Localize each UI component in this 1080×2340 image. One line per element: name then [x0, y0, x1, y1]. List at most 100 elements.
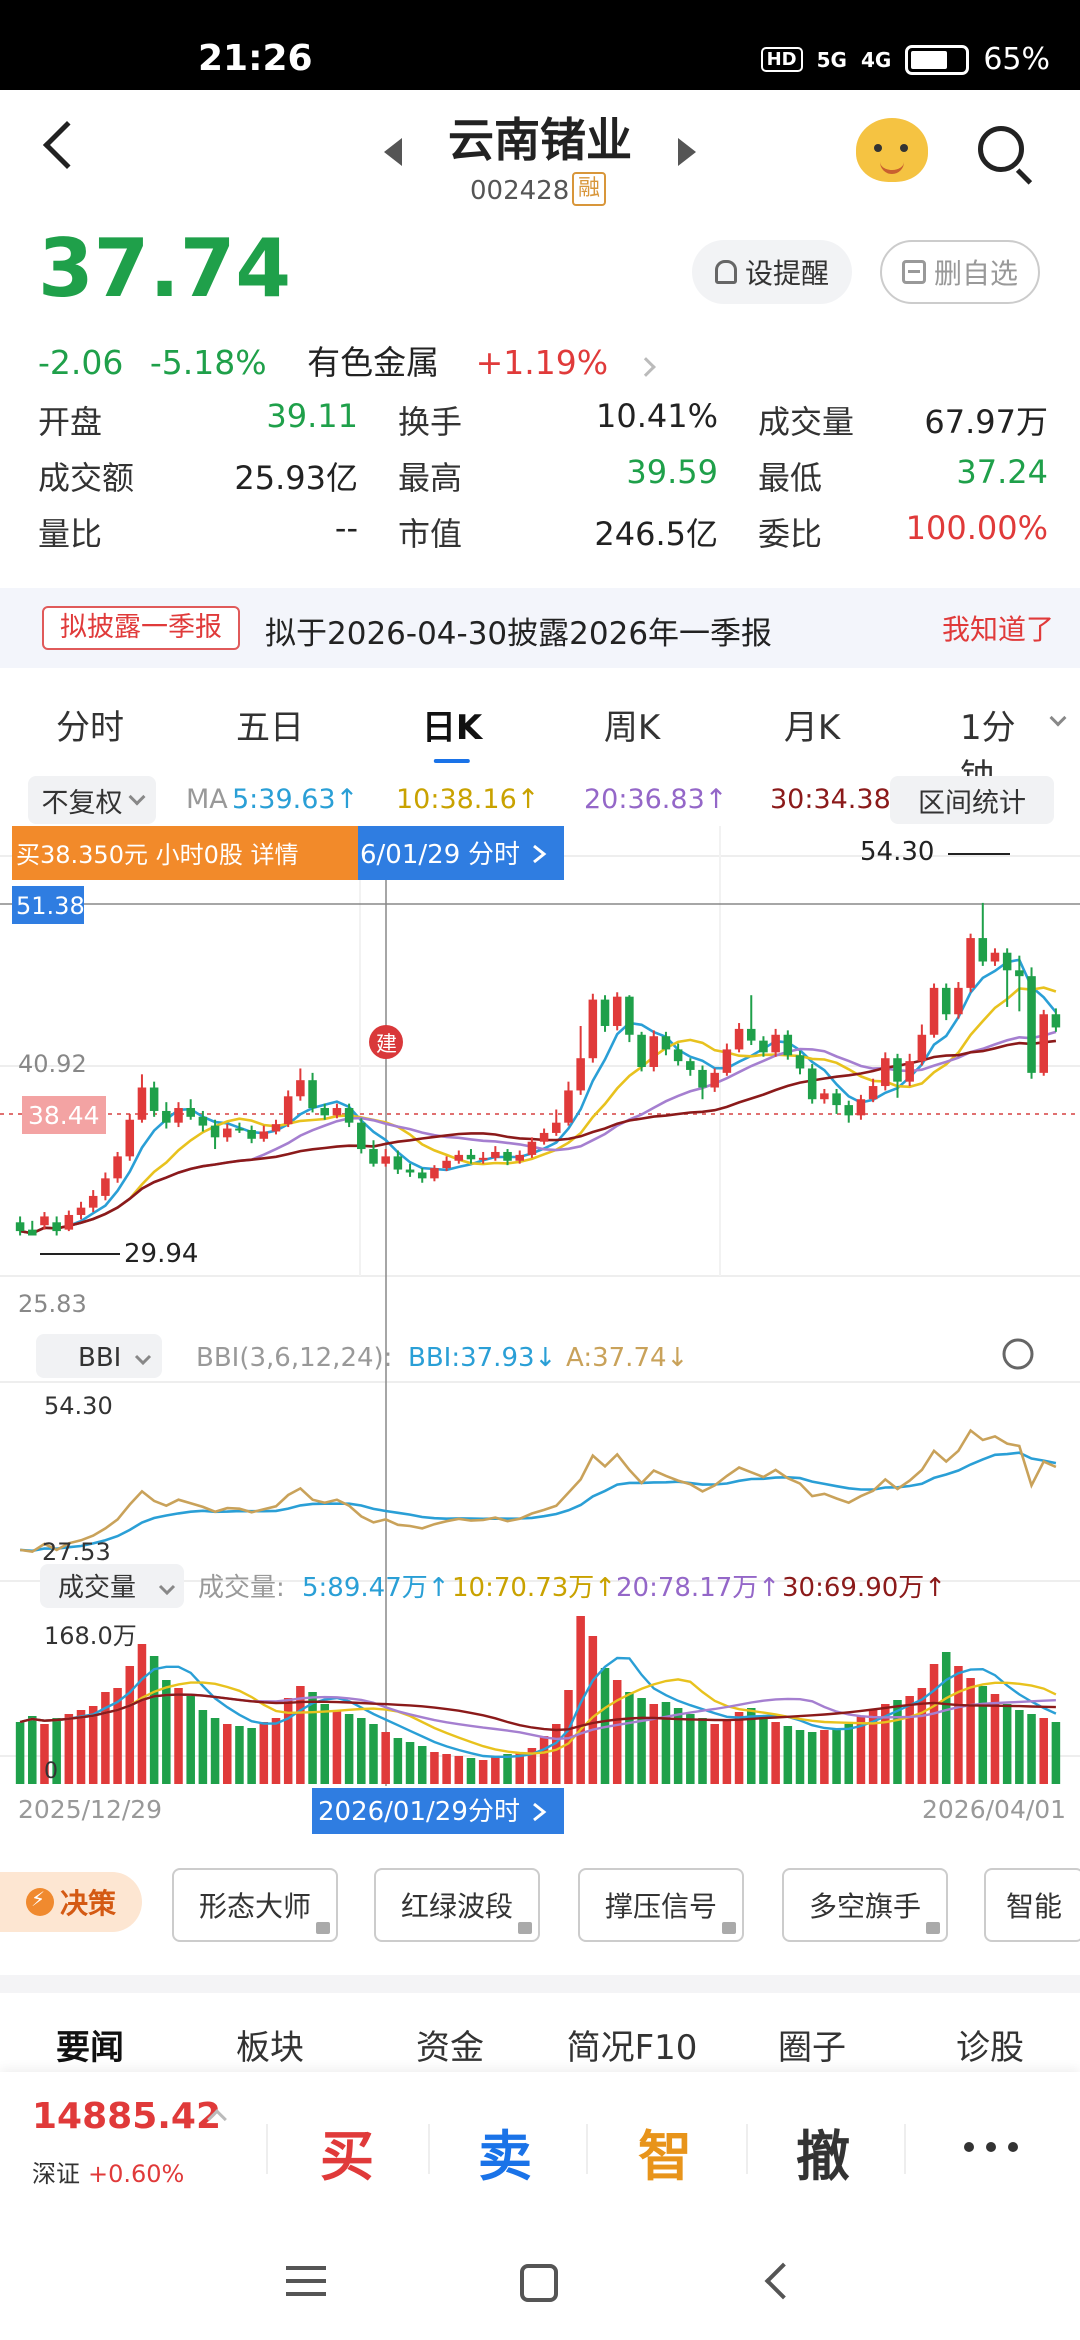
volume-bar — [64, 1714, 74, 1784]
tab-period[interactable]: 五日 — [236, 700, 304, 749]
range-stat-button[interactable]: 区间统计 — [890, 776, 1054, 824]
volume-bar — [259, 1722, 269, 1784]
settings-icon[interactable] — [1002, 1338, 1034, 1370]
candle — [893, 1058, 902, 1082]
news-tabs: 要闻 板块 资金 简况F10 圈子 诊股 — [0, 2010, 1080, 2080]
stats-row: 成交额 25.93亿 最高 39.59 最低 37.24 — [38, 448, 1048, 504]
volume-bar — [478, 1760, 488, 1784]
buy-tooltip-text[interactable]: 买38.350元 小时0股 详情 — [16, 841, 299, 869]
volume-bar — [149, 1656, 159, 1784]
buy-button[interactable]: 买 — [320, 2112, 374, 2191]
tab-news[interactable]: 板块 — [236, 2020, 304, 2069]
jian-badge[interactable]: 建 — [376, 1032, 397, 1056]
status-bar: 21:26 HD 5G 4G 65% — [0, 0, 1080, 90]
bbi-value: BBI:37.93↓ — [408, 1343, 556, 1373]
stat-label: 量比 — [38, 515, 103, 553]
divider — [586, 2124, 588, 2174]
indicator-button[interactable]: 多空旗手 — [782, 1868, 948, 1942]
indicator-button-label: 智能 — [1005, 1890, 1062, 1923]
volume-bar — [369, 1724, 378, 1784]
indicator-button[interactable]: 红绿波段 — [374, 1868, 540, 1942]
candle — [600, 999, 610, 1026]
volume-label: 成交量: — [198, 1573, 285, 1603]
candle — [515, 1154, 524, 1161]
candle — [113, 1156, 122, 1179]
candle — [917, 1034, 927, 1062]
stat-value: 246.5亿 — [594, 515, 718, 553]
tab-period[interactable]: 月K — [784, 700, 840, 749]
notice-text: 拟于2026-04-30披露2026年一季报 — [265, 616, 773, 652]
menu-icon[interactable] — [286, 2266, 326, 2270]
remove-watchlist-button[interactable]: 删自选 — [880, 240, 1040, 304]
set-alert-button[interactable]: 设提醒 — [692, 240, 852, 304]
indicator-button[interactable]: 形态大师 — [172, 1868, 338, 1942]
fenshi-link[interactable]: 分时 — [468, 840, 520, 870]
last-price-tag: 38.44 — [28, 1101, 100, 1130]
stat-value: 10.41% — [595, 397, 718, 435]
cancel-order-button[interactable]: 撤 — [796, 2112, 850, 2191]
volume-bar — [820, 1730, 829, 1784]
stat-value: 25.93亿 — [234, 459, 358, 497]
indicator-button[interactable]: 撑压信号 — [578, 1868, 744, 1942]
volume-bar — [990, 1694, 1000, 1784]
candle — [734, 1028, 744, 1050]
volume-bar — [393, 1738, 403, 1784]
mascot-icon[interactable] — [856, 118, 928, 182]
tab-news[interactable]: 要闻 — [56, 2020, 124, 2069]
tab-period[interactable]: 分时 — [56, 700, 124, 749]
stat-cell: 量比 -- — [38, 509, 398, 555]
volume-bar — [283, 1698, 293, 1784]
candle — [417, 1172, 427, 1179]
tab-news[interactable]: 简况F10 — [567, 2020, 698, 2069]
volume-bar — [734, 1712, 744, 1784]
stat-label: 换手 — [398, 403, 463, 441]
volume-selector[interactable]: 成交量 — [58, 1573, 136, 1603]
search-icon[interactable] — [978, 126, 1024, 172]
decision-button[interactable]: 决策 — [0, 1872, 142, 1932]
candle — [1015, 970, 1024, 977]
ma20-value: 20:36.83↑ — [584, 784, 728, 815]
cursor-price: 51.38 — [16, 892, 85, 920]
volume-bar — [210, 1718, 220, 1784]
home-icon[interactable] — [520, 2264, 558, 2302]
volume-bar — [357, 1718, 366, 1784]
adjust-selector[interactable]: 不复权 — [28, 776, 156, 824]
disclosure-notice[interactable]: 拟披露一季报 拟于2026-04-30披露2026年一季报 我知道了 — [0, 588, 1080, 668]
adjust-label: 不复权 — [41, 787, 123, 819]
smart-button[interactable]: 智 — [638, 2112, 692, 2191]
candle — [661, 1036, 671, 1050]
candle — [369, 1149, 378, 1164]
bbi-selector[interactable]: BBI — [78, 1343, 121, 1373]
indicator-button[interactable]: 智能 — [984, 1868, 1080, 1942]
volume-bar — [454, 1756, 464, 1784]
sell-button[interactable]: 卖 — [478, 2112, 532, 2191]
volume-bar — [430, 1752, 439, 1784]
date-cursor-fenshi[interactable]: 分时 — [468, 1797, 520, 1827]
notice-ack-button[interactable]: 我知道了 — [942, 608, 1054, 648]
price-change-pct: -5.18% — [149, 343, 267, 382]
candle — [296, 1080, 305, 1097]
volume-bar — [625, 1692, 634, 1784]
tab-news[interactable]: 圈子 — [778, 2020, 846, 2069]
kline-chart[interactable]: 买38.350元 小时0股 详情 6/01/29 分时 51.38 54.30 40.92… — [0, 826, 1080, 1836]
indicator-button-label: 撑压信号 — [604, 1890, 717, 1923]
candle — [783, 1034, 793, 1056]
candle — [588, 999, 598, 1059]
tab-period[interactable]: 日K — [422, 700, 482, 763]
next-stock-icon[interactable] — [678, 138, 696, 166]
tab-news[interactable]: 资金 — [416, 2020, 484, 2069]
stat-label: 最高 — [398, 459, 463, 497]
more-icon[interactable] — [964, 2142, 974, 2152]
stock-header: 云南锗业 002428 融 — [0, 90, 1080, 220]
volume-axis-top: 168.0万 — [44, 1622, 137, 1650]
tab-news[interactable]: 诊股 — [956, 2020, 1024, 2069]
candle — [271, 1124, 281, 1132]
volume-bar — [296, 1686, 305, 1784]
tab-period[interactable]: 周K — [604, 700, 660, 749]
nav-back-icon[interactable] — [764, 2262, 802, 2300]
volume-bar — [442, 1754, 451, 1784]
volume-axis-zero: 0 — [44, 1759, 58, 1784]
sector-link[interactable]: 有色金属 +1.19% — [307, 343, 668, 382]
divider — [428, 2124, 430, 2174]
date-axis-end: 2026/04/01 — [922, 1795, 1066, 1824]
